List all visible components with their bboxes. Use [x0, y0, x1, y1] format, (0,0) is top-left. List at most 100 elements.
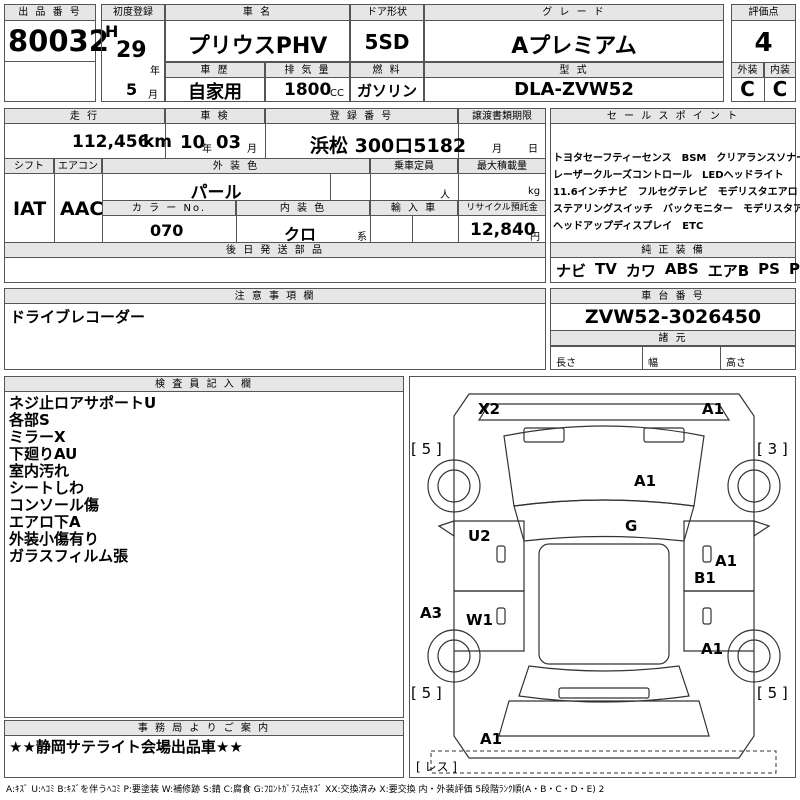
inspector-note: 室内汚れ — [9, 462, 70, 480]
model-header: 型 式 — [424, 62, 724, 78]
equipment-item: エアB — [707, 262, 750, 280]
ext-grade-header: 外装 — [731, 62, 764, 78]
reg-month: 5 — [126, 80, 138, 99]
damage-mark: A3 — [420, 604, 443, 622]
damage-mark: A1 — [715, 552, 738, 570]
damage-mark: A1 — [634, 472, 657, 490]
score-header: 評価点 — [731, 4, 796, 21]
mileage-header: 走 行 — [4, 108, 165, 124]
plate-number: 浜松 300ロ5182 — [310, 135, 467, 157]
inspector-note: コンソール傷 — [9, 496, 100, 514]
car-name: プリウスPHV — [187, 34, 328, 59]
damage-mark: W1 — [466, 611, 493, 629]
transfer-month: 月 — [492, 144, 502, 155]
displacement: 1800 — [284, 80, 332, 100]
tire-spare: [ レス ] — [416, 760, 457, 774]
km-unit: km — [143, 132, 173, 152]
inspector-note: ミラーX — [9, 428, 66, 446]
yen-unit: 円 — [530, 232, 540, 243]
sales-point: ステアリングスイッチ バックモニター モデリスタアルミ — [553, 204, 800, 215]
ac-header: エアコン — [54, 158, 102, 174]
tire-rear-left: [ 5 ] — [411, 684, 442, 702]
equipment-list: ナビ TV カワ ABS エアB PS PW — [556, 260, 800, 281]
shift-header: シフト — [4, 158, 54, 174]
sales-points-header: セ ー ル ス ポ イ ン ト — [550, 108, 796, 124]
ext-color-header: 外 装 色 — [102, 158, 370, 174]
displacement-header: 排 気 量 — [265, 62, 350, 78]
damage-mark: G — [625, 517, 638, 535]
sales-point: 11.6インチナビ フルセグテレビ モデリスタエアロ — [553, 187, 798, 198]
first-reg-header: 初度登録 — [101, 4, 165, 21]
inspector-note: 外装小傷有り — [9, 530, 100, 548]
caution-text: ドライブレコーダー — [10, 308, 146, 326]
color-number: 070 — [150, 221, 184, 240]
ext-grade: C — [740, 77, 755, 101]
divider — [54, 158, 55, 242]
int-grade: C — [772, 77, 788, 101]
office-header: 事 務 局 よ り ご 案 内 — [4, 720, 404, 736]
inspection-month-unit: 月 — [247, 144, 257, 155]
int-color-unit: 系 — [357, 232, 367, 243]
grade-header: グ レ ー ド — [424, 4, 724, 21]
dims-header: 諸 元 — [550, 330, 796, 346]
door-header: ドア形状 — [350, 4, 424, 21]
inspector-note: 各部S — [9, 411, 50, 429]
divider — [720, 346, 721, 370]
inspector-note: ガラスフィルム張 — [9, 547, 129, 565]
inspector-note: ネジ止ロアサポートU — [9, 394, 157, 412]
damage-mark: A1 — [701, 640, 724, 658]
divider — [265, 108, 266, 158]
damage-mark: A1 — [480, 730, 503, 748]
tire-front-right: [ 3 ] — [757, 440, 788, 458]
car-name-header: 車 名 — [165, 4, 350, 21]
lot-number-header: 出 品 番 号 — [4, 4, 96, 21]
load-unit: kg — [528, 186, 541, 197]
fuel: ガソリン — [356, 82, 417, 100]
lot-number: 80032 — [8, 24, 109, 58]
width-label: 幅 — [648, 358, 658, 369]
divider — [550, 346, 796, 347]
legend: A:ｷｽﾞ U:ﾍｺﾐ B:ｷｽﾞを伴うﾍｺﾐ P:要塗装 W:補修跡 S:錆 … — [6, 785, 605, 795]
damage-mark: B1 — [694, 569, 716, 587]
divider — [642, 346, 643, 370]
int-grade-header: 内装 — [764, 62, 796, 78]
tire-rear-right: [ 5 ] — [757, 684, 788, 702]
equipment-item: カワ — [625, 262, 656, 280]
import-header: 輸 入 車 — [370, 200, 458, 216]
caution-header: 注 意 事 項 欄 — [4, 288, 546, 304]
equipment-item: PS — [758, 260, 780, 278]
plate-header: 登 録 番 号 — [265, 108, 458, 124]
history-header: 車 歴 — [165, 62, 265, 78]
car-outline-drawing — [427, 393, 781, 774]
max-load-header: 最大積載量 — [458, 158, 546, 174]
fuel-header: 燃 料 — [350, 62, 424, 78]
divider — [412, 216, 413, 242]
sales-point: ヘッドアップディスプレイ ETC — [553, 221, 704, 232]
inspector-note: エアロ下A — [9, 513, 81, 531]
grade: Aプレミアム — [511, 34, 637, 59]
inspection-month: 03 — [216, 132, 242, 153]
ac: AAC — [60, 198, 104, 220]
model-code: DLA-ZVW52 — [514, 79, 634, 100]
score: 4 — [754, 28, 773, 58]
transfer-day: 日 — [528, 144, 538, 155]
capacity-header: 乗車定員 — [370, 158, 458, 174]
sales-point: レーザークルーズコントロール LEDヘッドライト — [553, 170, 784, 181]
equipment-item: ナビ — [556, 262, 587, 280]
damage-mark: U2 — [468, 527, 491, 545]
chassis-number: ZVW52-3026450 — [584, 306, 762, 328]
inspector-notes: ネジ止ロアサポートU 各部S ミラーX 下廻りAU 室内汚れ シートしわ コンソ… — [9, 395, 156, 565]
divider — [330, 174, 331, 200]
int-color-header: 内 装 色 — [236, 200, 370, 216]
capacity-unit: 人 — [440, 190, 450, 201]
transfer-header: 譲渡書類期限 — [458, 108, 546, 124]
inspector-note: 下廻りAU — [9, 445, 78, 463]
inspector-note: シートしわ — [9, 479, 85, 497]
equipment-item: PW — [788, 260, 800, 278]
office-text: ★★静岡サテライト会場出品車★★ — [9, 738, 243, 756]
reg-year: 29 — [116, 38, 147, 63]
sales-points-list: トヨタセーフティーセンス BSM クリアランスソナー レーザークルーズコントロー… — [553, 150, 800, 235]
damage-mark: A1 — [702, 400, 725, 418]
sales-point: トヨタセーフティーセンス BSM クリアランスソナー — [553, 153, 800, 164]
mileage: 112,456 — [72, 132, 150, 152]
